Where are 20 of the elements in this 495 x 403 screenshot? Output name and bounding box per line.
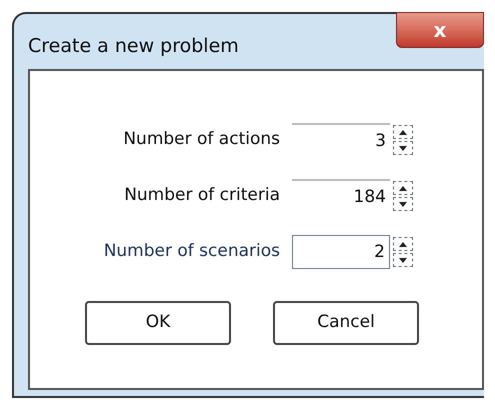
dialog-button[interactable]: OK — [85, 301, 231, 345]
dialog-button[interactable]: Cancel — [273, 301, 419, 345]
down-arrow-icon — [399, 202, 407, 206]
spin-up-button[interactable] — [393, 237, 413, 251]
spin-up-button[interactable] — [393, 125, 413, 139]
spin-up-button[interactable] — [393, 181, 413, 195]
spin-down-button[interactable] — [393, 141, 413, 155]
up-arrow-icon — [399, 130, 407, 134]
up-arrow-icon — [399, 186, 407, 190]
number-field[interactable]: 2 — [292, 235, 390, 269]
down-arrow-icon — [399, 146, 407, 150]
field-label: Number of criteria — [123, 184, 280, 208]
close-button[interactable]: x — [396, 12, 484, 48]
spin-down-button[interactable] — [393, 197, 413, 211]
field-label: Number of scenarios — [102, 240, 280, 264]
field-label: Number of actions — [122, 128, 280, 152]
up-arrow-icon — [399, 242, 407, 246]
down-arrow-icon — [399, 258, 407, 262]
spin-down-button[interactable] — [393, 253, 413, 267]
window-title: Create a new problem — [28, 34, 239, 59]
